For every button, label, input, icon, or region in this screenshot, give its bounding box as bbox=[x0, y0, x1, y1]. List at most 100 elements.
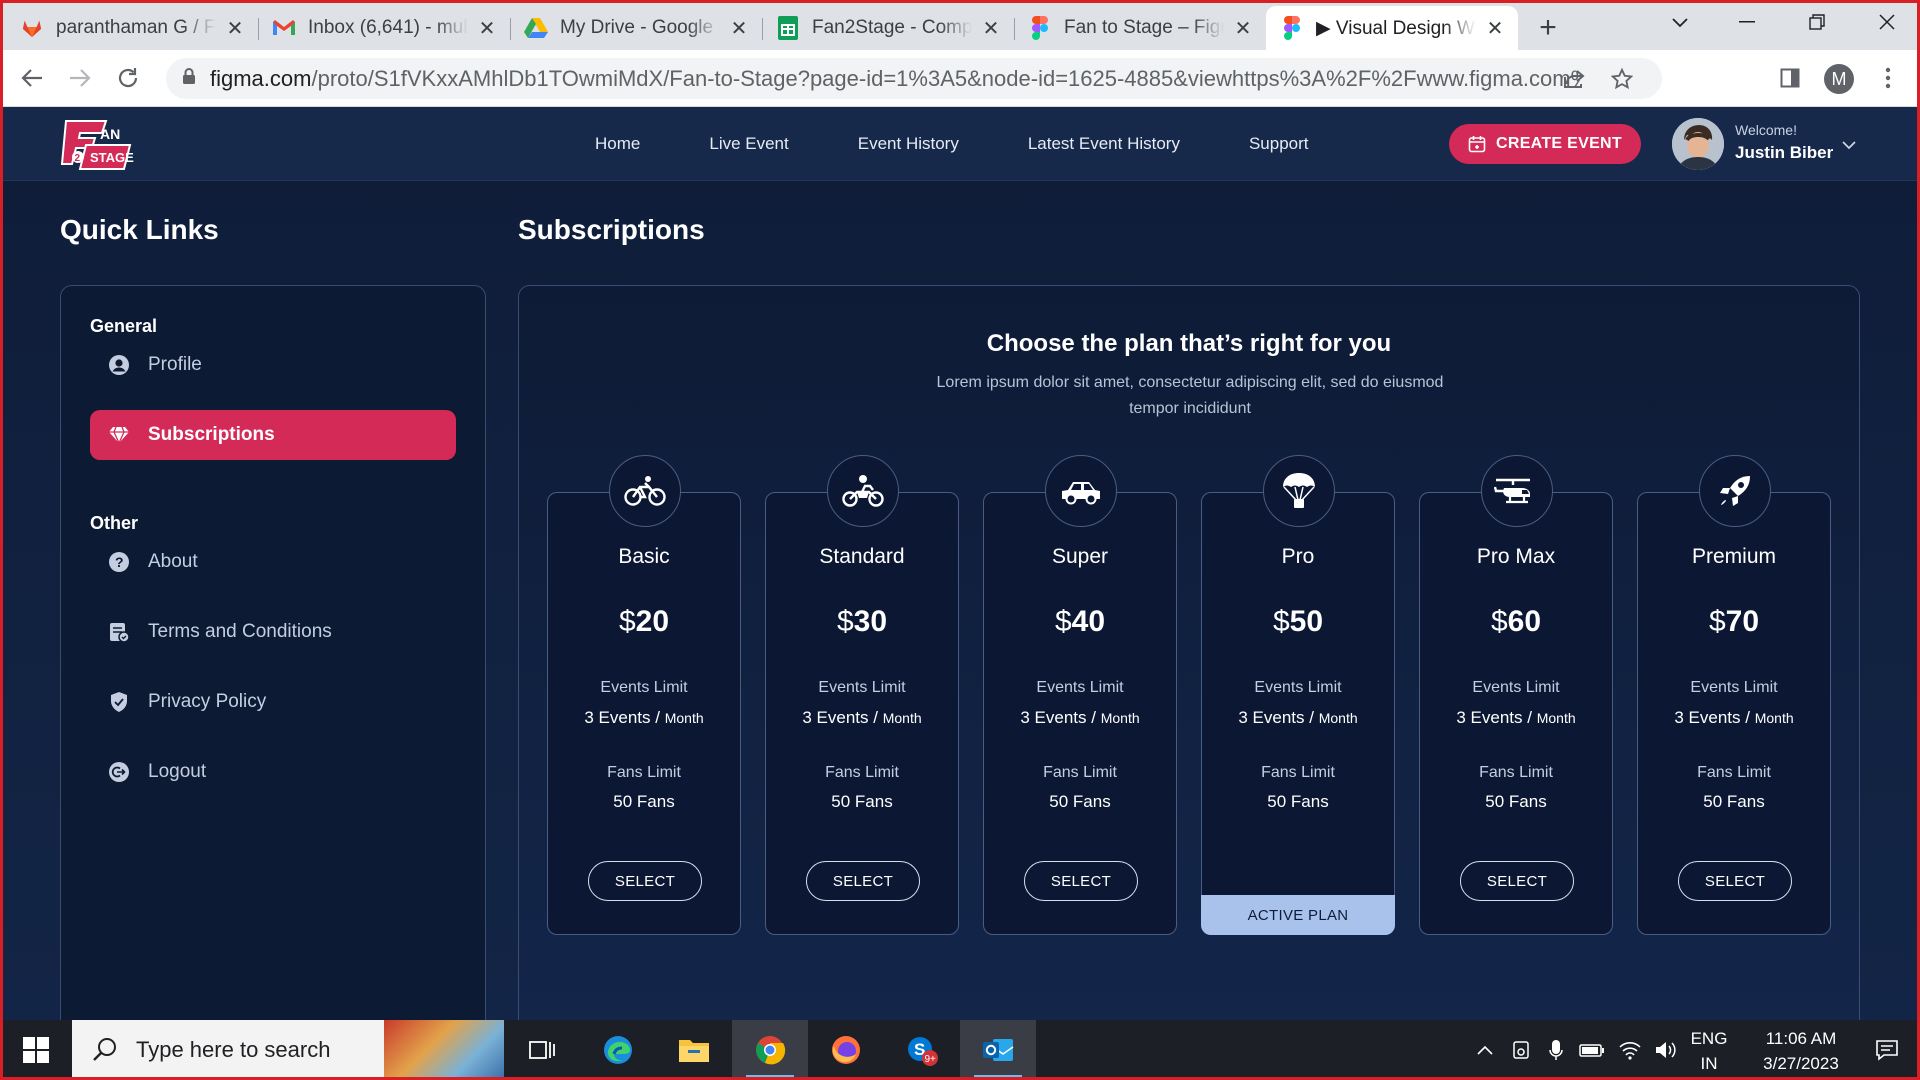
taskbar-clock[interactable]: 11:06 AM 3/27/2023 bbox=[1746, 1026, 1856, 1076]
fan2stage-logo[interactable]: STAGE AN 2 bbox=[60, 117, 136, 173]
events-count: 3 Events / bbox=[1456, 708, 1532, 727]
select-plan-button[interactable]: SELECT bbox=[1024, 861, 1138, 901]
svg-text:2: 2 bbox=[75, 153, 81, 164]
tab-title: paranthaman G / Fan2Stage bbox=[56, 17, 216, 38]
svg-text:STAGE: STAGE bbox=[90, 150, 134, 165]
lock-icon[interactable] bbox=[182, 67, 196, 90]
select-plan-button[interactable]: SELECT bbox=[588, 861, 702, 901]
plan-card-pro[interactable]: Pro $50 Events Limit 3 Events / Month Fa… bbox=[1201, 455, 1395, 935]
url-host: figma.com bbox=[210, 65, 312, 91]
sidebar-item-privacy[interactable]: Privacy Policy bbox=[90, 677, 456, 727]
tab-search-chevron-icon[interactable] bbox=[1645, 0, 1715, 44]
sidebar-item-logout[interactable]: Logout bbox=[90, 747, 456, 797]
plan-price: $70 bbox=[1638, 605, 1830, 639]
events-limit-label: Events Limit bbox=[818, 679, 906, 696]
close-icon[interactable]: ✕ bbox=[224, 16, 246, 41]
nav-live-event[interactable]: Live Event bbox=[709, 134, 788, 154]
forward-arrow-icon[interactable] bbox=[62, 60, 98, 96]
events-unit: Month bbox=[1100, 710, 1140, 726]
browser-tab-figma[interactable]: Fan to Stage – Figma ✕ bbox=[1014, 6, 1266, 50]
car-icon bbox=[1045, 455, 1117, 527]
browser-tab-gitlab[interactable]: paranthaman G / Fan2Stage ✕ bbox=[6, 6, 258, 50]
close-icon[interactable]: ✕ bbox=[980, 16, 1002, 41]
avatar[interactable] bbox=[1672, 118, 1724, 170]
browser-tab-visual-design[interactable]: ▶ Visual Design Wireframe ✕ bbox=[1266, 6, 1518, 50]
nav-event-history[interactable]: Event History bbox=[858, 134, 959, 154]
plan-card-standard[interactable]: Standard $30 Events Limit 3 Events / Mon… bbox=[765, 455, 959, 935]
rocket-icon bbox=[1699, 455, 1771, 527]
bookmark-star-icon[interactable] bbox=[1602, 58, 1642, 99]
device-icon[interactable] bbox=[1505, 1020, 1537, 1080]
wifi-icon[interactable] bbox=[1612, 1020, 1648, 1080]
plan-card-super[interactable]: Super $40 Events Limit 3 Events / Month … bbox=[983, 455, 1177, 935]
outlook-icon[interactable] bbox=[960, 1020, 1036, 1080]
plan-card-premium[interactable]: Premium $70 Events Limit 3 Events / Mont… bbox=[1637, 455, 1831, 935]
chrome-icon[interactable] bbox=[732, 1020, 808, 1080]
new-tab-button[interactable]: + bbox=[1526, 6, 1570, 50]
file-explorer-icon[interactable] bbox=[656, 1020, 732, 1080]
taskbar-search-input[interactable]: Type here to search bbox=[72, 1020, 384, 1080]
restore-button[interactable] bbox=[1782, 0, 1852, 44]
select-plan-button[interactable]: SELECT bbox=[1460, 861, 1574, 901]
browser-tab-sheets[interactable]: Fan2Stage - Compliance ✕ bbox=[762, 6, 1014, 50]
events-limit-value: 3 Events / Month bbox=[984, 708, 1176, 728]
browser-tab-gmail[interactable]: Inbox (6,641) - mubarak ✕ bbox=[258, 6, 510, 50]
reload-icon[interactable] bbox=[110, 60, 146, 96]
events-unit: Month bbox=[882, 710, 922, 726]
url-omnibox[interactable]: figma.com/proto/S1fVKxxAMhlDb1TOwmiMdX/F… bbox=[166, 58, 1662, 99]
chrome-profile-avatar[interactable]: M bbox=[1824, 64, 1854, 94]
close-icon[interactable]: ✕ bbox=[1484, 16, 1506, 41]
events-limit-value: 3 Events / Month bbox=[1420, 708, 1612, 728]
plan-currency: $ bbox=[836, 605, 854, 638]
events-unit: Month bbox=[664, 710, 704, 726]
plan-card-basic[interactable]: Basic $20 Events Limit 3 Events / Month … bbox=[547, 455, 741, 935]
chevron-up-icon[interactable] bbox=[1470, 1020, 1500, 1080]
close-icon[interactable]: ✕ bbox=[476, 16, 498, 41]
plan-name: Standard bbox=[819, 545, 905, 568]
select-plan-button[interactable]: SELECT bbox=[1678, 861, 1792, 901]
close-icon[interactable]: ✕ bbox=[1232, 16, 1254, 41]
share-icon[interactable] bbox=[1554, 58, 1594, 99]
plan-price-value: 50 bbox=[1289, 605, 1324, 638]
side-panel-icon[interactable] bbox=[1772, 60, 1808, 96]
browser-tab-drive[interactable]: My Drive - Google Drive ✕ bbox=[510, 6, 762, 50]
close-window-button[interactable] bbox=[1852, 0, 1920, 44]
input-language[interactable]: ENG IN bbox=[1690, 1026, 1728, 1076]
select-plan-button[interactable]: SELECT bbox=[806, 861, 920, 901]
sidebar-item-subscriptions[interactable]: Subscriptions bbox=[90, 410, 456, 460]
nav-support[interactable]: Support bbox=[1249, 134, 1309, 154]
nav-home[interactable]: Home bbox=[595, 134, 640, 154]
edge-icon[interactable] bbox=[580, 1020, 656, 1080]
url-text[interactable]: figma.com/proto/S1fVKxxAMhlDb1TOwmiMdX/F… bbox=[210, 66, 1580, 92]
firefox-icon[interactable] bbox=[808, 1020, 884, 1080]
close-icon[interactable]: ✕ bbox=[728, 16, 750, 41]
sidebar-item-about[interactable]: ? About bbox=[90, 537, 456, 587]
chevron-down-icon[interactable] bbox=[1842, 137, 1856, 155]
address-bar: figma.com/proto/S1fVKxxAMhlDb1TOwmiMdX/F… bbox=[0, 50, 1920, 107]
plan-price-value: 70 bbox=[1725, 605, 1760, 638]
search-placeholder: Type here to search bbox=[136, 1037, 331, 1062]
tab-title: Fan to Stage – Figma bbox=[1064, 17, 1224, 38]
microphone-icon[interactable] bbox=[1540, 1020, 1572, 1080]
nav-latest-event-history[interactable]: Latest Event History bbox=[1028, 134, 1180, 154]
minimize-button[interactable] bbox=[1712, 0, 1782, 44]
windows-start-icon[interactable] bbox=[0, 1020, 72, 1080]
kebab-menu-icon[interactable] bbox=[1870, 60, 1906, 96]
skype-icon[interactable]: S 9+ bbox=[884, 1020, 960, 1080]
sidebar-item-terms[interactable]: Terms and Conditions bbox=[90, 607, 456, 657]
notification-icon[interactable] bbox=[1862, 1020, 1912, 1080]
search-highlight-image[interactable] bbox=[384, 1020, 504, 1080]
task-view-icon[interactable] bbox=[504, 1020, 580, 1080]
tab-title: Inbox (6,641) - mubarak bbox=[308, 17, 468, 38]
sidebar-item-profile[interactable]: Profile bbox=[90, 340, 456, 390]
fans-limit-label: Fans Limit bbox=[825, 764, 899, 781]
parachute-icon bbox=[1263, 455, 1335, 527]
battery-icon[interactable] bbox=[1574, 1020, 1610, 1080]
back-arrow-icon[interactable] bbox=[14, 60, 50, 96]
create-event-button[interactable]: CREATE EVENT bbox=[1449, 124, 1641, 164]
plans-heading: Choose the plan that’s right for you bbox=[986, 330, 1392, 357]
search-icon bbox=[93, 1038, 116, 1061]
plan-card-pro-max[interactable]: Pro Max $60 Events Limit 3 Events / Mont… bbox=[1419, 455, 1613, 935]
volume-icon[interactable] bbox=[1648, 1020, 1684, 1080]
events-limit-value: 3 Events / Month bbox=[548, 708, 740, 728]
